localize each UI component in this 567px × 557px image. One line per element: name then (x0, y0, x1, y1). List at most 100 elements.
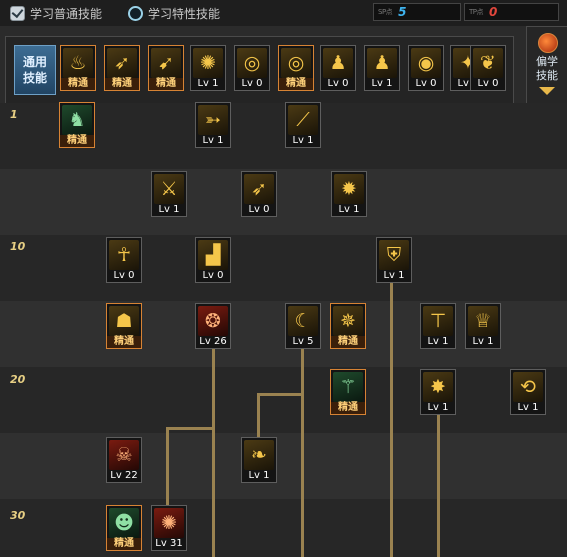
chevron-down-icon[interactable] (539, 87, 555, 95)
explosion-icon: ✸ (430, 376, 446, 398)
specialty-label-2: 技能 (536, 69, 558, 82)
strike-icon: ➳ (205, 109, 221, 131)
figure-icon: ♟ (323, 48, 353, 78)
common-skill-slot[interactable]: ♨ 精通 (60, 45, 96, 91)
crown-icon: ♕ (474, 310, 492, 332)
target-icon: ◎ (281, 48, 311, 78)
common-skill-slot[interactable]: ♟ Lv 1 (364, 45, 400, 91)
common-skill-slot[interactable]: ◎ 精通 (278, 45, 314, 91)
skill-tree-node[interactable]: ⊤ Lv 1 (420, 303, 456, 349)
skill-level-label: Lv 0 (248, 204, 270, 215)
skill-tree-node[interactable]: ☻ 精通 (106, 505, 142, 551)
skill-level-label: 精通 (60, 135, 94, 147)
figure-icon: ♟ (367, 48, 397, 78)
blast-icon: ✺ (154, 508, 184, 538)
figure-icon: ♟ (329, 52, 347, 74)
skill-tree-node[interactable]: ✸ Lv 1 (420, 369, 456, 415)
scythe-icon: ⚚ (339, 376, 357, 398)
skill-level-label: 精通 (149, 78, 183, 90)
skill-tree-node[interactable]: ▟ Lv 0 (195, 237, 231, 283)
sword-icon: ⚔ (160, 178, 178, 200)
skill-level-label: 精通 (279, 78, 313, 90)
common-skill-slot[interactable]: ➹ 精通 (148, 45, 184, 91)
target-icon: ◎ (237, 48, 267, 78)
tp-tag: TP点 (469, 8, 484, 16)
common-skills-tab[interactable]: 通用 技能 (14, 45, 56, 95)
sp-tag: SP点 (378, 8, 393, 16)
connector-line (212, 349, 215, 557)
radio-icon[interactable] (128, 5, 143, 21)
skill-level-label: 精通 (107, 336, 141, 348)
orb-icon: ❂ (198, 306, 228, 336)
skill-tree-node[interactable]: ☠ Lv 22 (106, 437, 142, 483)
level-label: 1 (10, 108, 18, 121)
explosion-icon: ✸ (423, 372, 453, 402)
skill-tree-node[interactable]: ☾ Lv 5 (285, 303, 321, 349)
boot-icon: ▟ (198, 240, 228, 270)
shield-icon: ⛨ (386, 244, 402, 266)
skill-tree-node[interactable]: ☥ Lv 0 (106, 237, 142, 283)
skill-tree-node[interactable]: ➳ Lv 1 (195, 102, 231, 148)
skill-tree-node[interactable]: ☗ 精通 (106, 303, 142, 349)
arc-icon: ☾ (294, 310, 312, 332)
common-skill-slot[interactable]: ❦ Lv 0 (470, 45, 506, 91)
common-skill-slot[interactable]: ◎ Lv 0 (234, 45, 270, 91)
skill-tree-node[interactable]: ⚔ Lv 1 (151, 171, 187, 217)
specialty-skills-tab[interactable]: 偏学 技能 (526, 26, 567, 104)
shield-icon: ⛨ (379, 240, 409, 270)
skill-tree-node[interactable]: ❧ Lv 1 (241, 437, 277, 483)
rest-icon: ♨ (69, 52, 87, 74)
skill-tree-node[interactable]: ⟲ Lv 1 (510, 369, 546, 415)
skill-tree-node[interactable]: ✹ Lv 1 (331, 171, 367, 217)
common-skill-slot[interactable]: ♟ Lv 0 (320, 45, 356, 91)
dash-icon: ➹ (151, 48, 181, 78)
tp-value: 0 (489, 5, 498, 19)
ankh-icon: ☥ (109, 240, 139, 270)
level-label: 30 (10, 509, 26, 522)
eye-icon: ◉ (417, 52, 435, 74)
connector-line (166, 427, 169, 507)
level-label: 10 (10, 240, 26, 253)
skill-level-label: Lv 1 (427, 336, 449, 347)
common-skills-label-2: 技能 (22, 71, 47, 85)
common-skill-slot[interactable]: ➶ 精通 (104, 45, 140, 91)
skill-tree-node[interactable]: ✺ Lv 31 (151, 505, 187, 551)
skill-level-label: Lv 1 (202, 135, 224, 146)
level-label: 20 (10, 373, 26, 386)
skill-level-label: Lv 1 (427, 402, 449, 413)
skill-tree-node[interactable]: ❂ Lv 26 (195, 303, 231, 349)
skill-level-label: 精通 (61, 78, 95, 90)
skill-level-label: Lv 1 (371, 78, 393, 89)
skill-level-label: Lv 0 (241, 78, 263, 89)
checkbox-icon[interactable] (10, 5, 25, 21)
common-skill-slot[interactable]: ◉ Lv 0 (408, 45, 444, 91)
slash-icon: ⟋ (288, 105, 318, 135)
skill-tree-node[interactable]: ♕ Lv 1 (465, 303, 501, 349)
learn-special-option[interactable]: 学习特性技能 (128, 4, 220, 22)
silhouette-icon: ☻ (109, 508, 139, 538)
orb-icon: ❂ (205, 310, 221, 332)
skill-tree-node[interactable]: ⚚ 精通 (330, 369, 366, 415)
common-skill-slot[interactable]: ✺ Lv 1 (190, 45, 226, 91)
tree-row (0, 499, 567, 557)
skill-tree-node[interactable]: ⛨ Lv 1 (376, 237, 412, 283)
phoenix-icon: ❧ (244, 440, 274, 470)
skill-tree-node[interactable]: ➶ Lv 0 (241, 171, 277, 217)
skill-tree-node[interactable]: ⟋ Lv 1 (285, 102, 321, 148)
learn-common-option[interactable]: 学习普通技能 (10, 4, 102, 22)
skill-tree-node[interactable]: ✵ 精通 (330, 303, 366, 349)
kick-icon: ➶ (244, 174, 274, 204)
tree-row (0, 433, 567, 499)
burst-icon: ✵ (333, 306, 363, 336)
skill-tree-node[interactable]: ♞ 精通 (59, 102, 95, 148)
silhouette-icon: ☻ (114, 512, 134, 534)
tree-row (0, 235, 567, 301)
skill-level-label: Lv 1 (197, 78, 219, 89)
connector-line (257, 393, 260, 439)
sp-counter: SP点 5 (373, 3, 461, 21)
skill-level-label: Lv 1 (292, 135, 314, 146)
skill-level-label: Lv 1 (158, 204, 180, 215)
mantle-icon: ❦ (473, 48, 503, 78)
mantle-icon: ❦ (480, 52, 496, 74)
swirl-icon: ⟲ (520, 376, 536, 398)
